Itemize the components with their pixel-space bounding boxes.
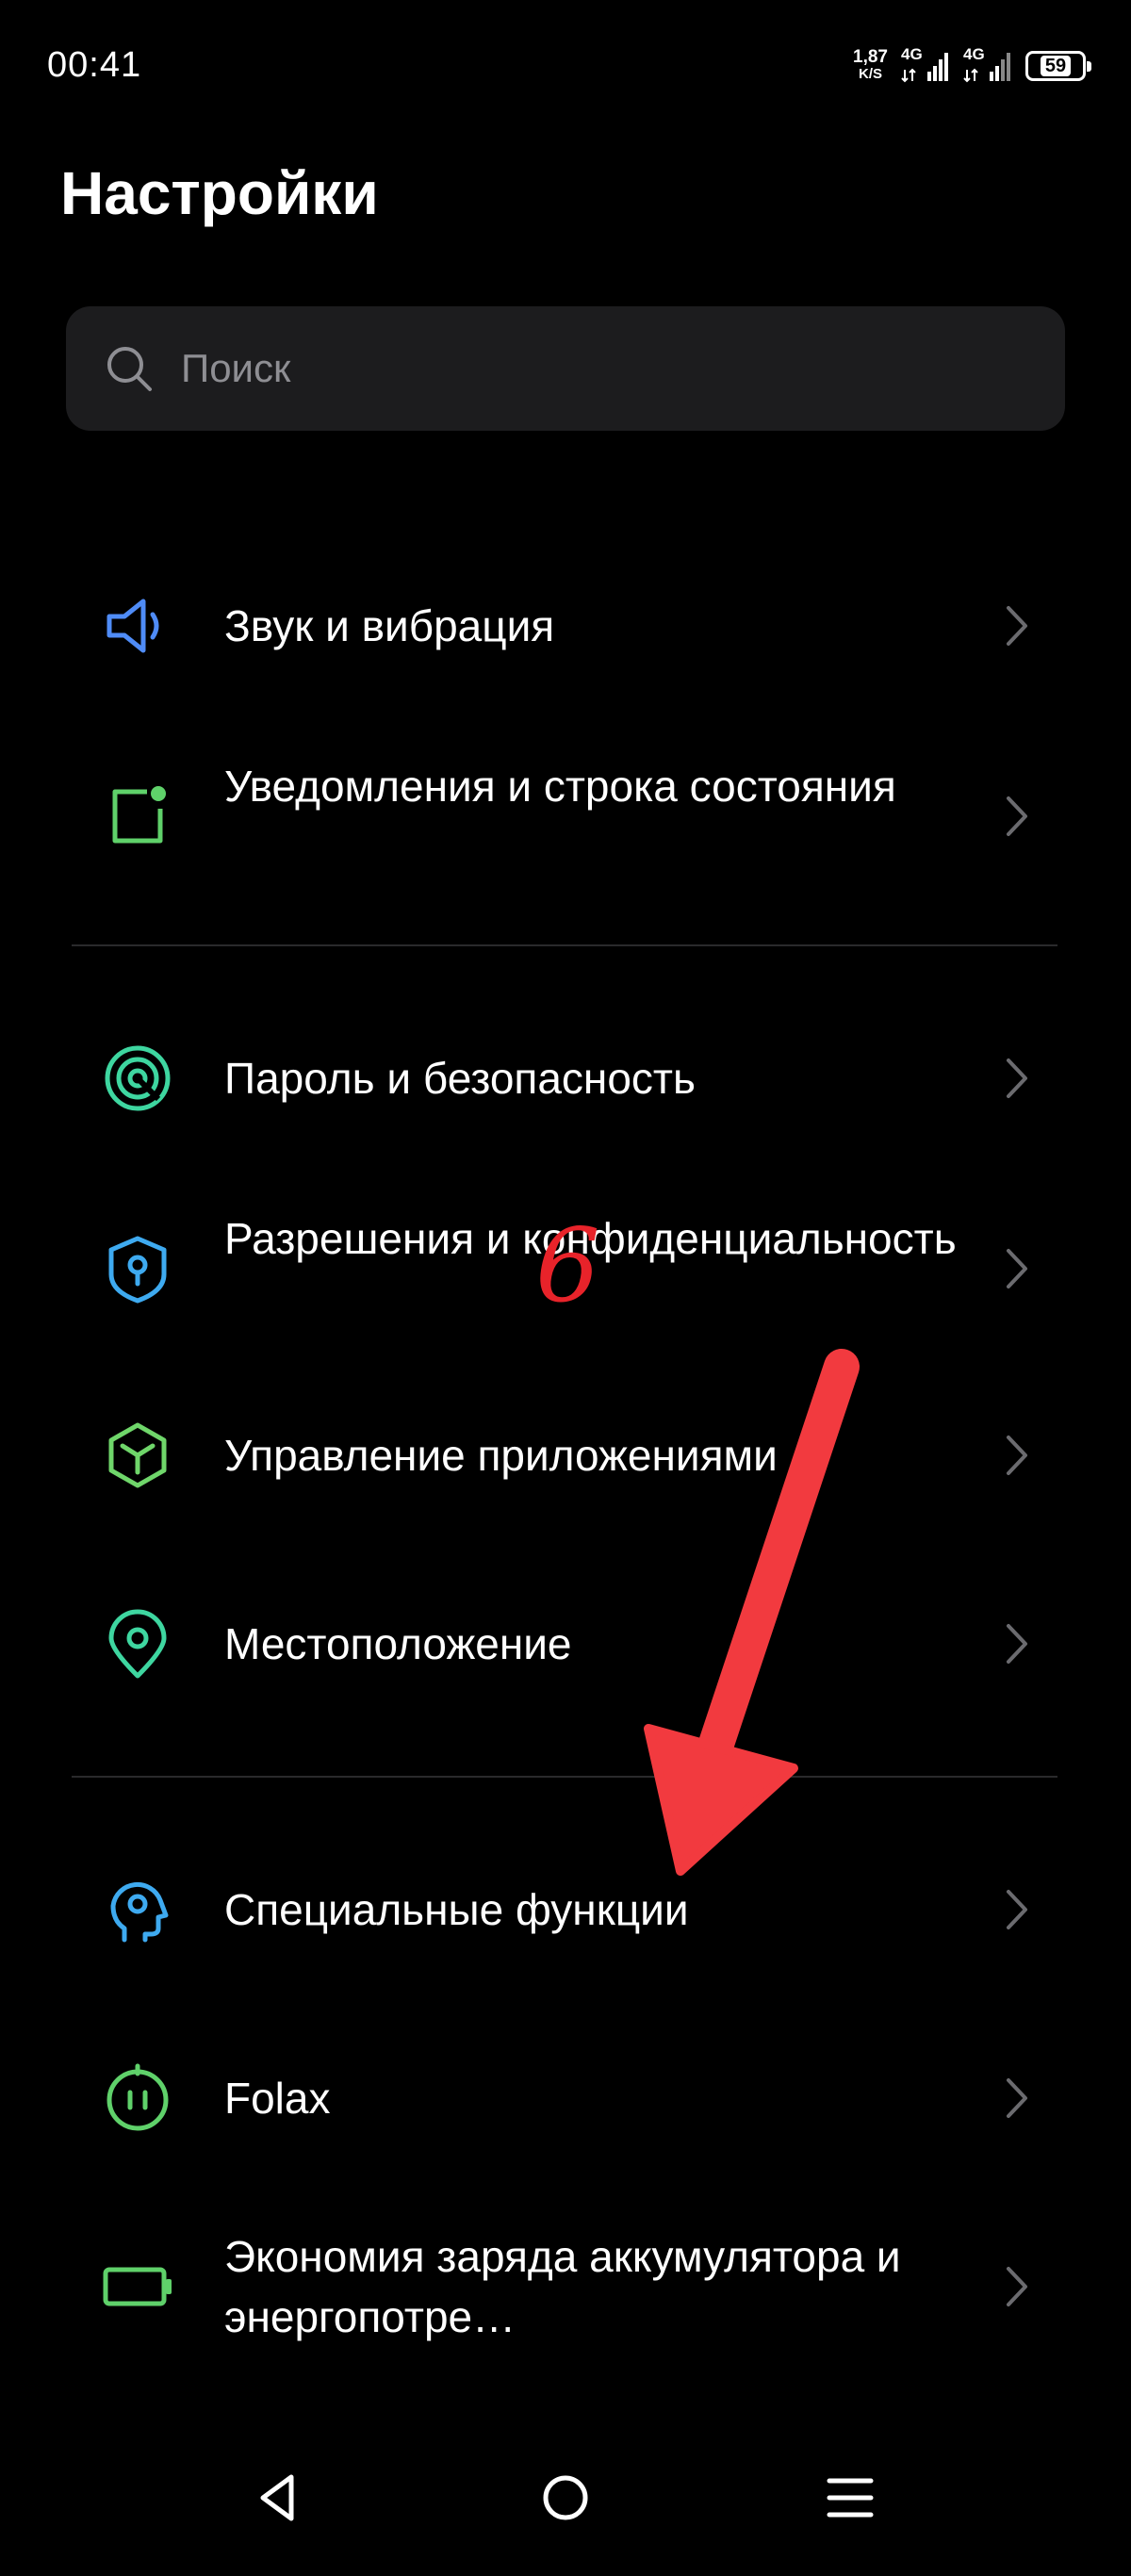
settings-item-label: Уведомления и строка состояния [224, 762, 896, 811]
network-speed-value: 1,87 [853, 47, 888, 67]
search-icon [107, 347, 152, 391]
settings-item-folax[interactable]: Folax [0, 2057, 1131, 2140]
settings-item-label: Управление приложениями [224, 1431, 778, 1480]
settings-item-location[interactable]: Местоположение [0, 1602, 1131, 1685]
battery-icon: 59 [1025, 51, 1091, 81]
section-divider [72, 1776, 1057, 1778]
section-divider [72, 944, 1057, 946]
chevron-right-icon [1007, 796, 1027, 836]
sim1-signal-icon: 4G [901, 45, 950, 85]
notification-square-icon [102, 780, 173, 852]
menu-icon [827, 2478, 874, 2518]
speaker-icon [102, 590, 173, 662]
page-title: Настройки [60, 159, 379, 227]
settings-item-sound[interactable]: Звук и вибрация [0, 584, 1131, 667]
chevron-right-icon [1007, 1058, 1027, 1098]
status-bar: 00:41 1,87 K/S 4G 4G 59 [0, 0, 1131, 123]
folax-assistant-icon [102, 2062, 173, 2134]
navigation-bar [0, 2451, 1131, 2576]
settings-item-accessibility[interactable]: Специальные функции [0, 1868, 1131, 1951]
settings-item-label: Звук и вибрация [224, 601, 555, 650]
settings-item-label: Специальные функции [224, 1885, 689, 1934]
annotation-step-number: 6 [535, 1207, 600, 1325]
status-indicators: 1,87 K/S 4G 4G 59 [853, 45, 1091, 87]
back-button[interactable] [230, 2451, 324, 2545]
chevron-right-icon [1007, 2267, 1027, 2306]
home-button[interactable] [518, 2451, 613, 2545]
back-icon [260, 2474, 294, 2521]
settings-item-notifications[interactable]: Уведомления и строка состояния [0, 750, 1131, 882]
settings-item-label: Экономия заряда аккумулятора и энергопот… [224, 2232, 901, 2341]
battery-icon [102, 2251, 173, 2322]
settings-item-label: Folax [224, 2074, 331, 2123]
settings-item-password-security[interactable]: Пароль и безопасность [0, 1037, 1131, 1120]
search-bar[interactable] [66, 306, 1065, 431]
cube-icon [102, 1419, 173, 1491]
sim2-signal-icon: 4G [963, 45, 1012, 85]
settings-item-label: Местоположение [224, 1619, 572, 1668]
settings-item-label: Пароль и безопасность [224, 1054, 696, 1103]
location-pin-icon [102, 1608, 173, 1680]
chevron-right-icon [1007, 1890, 1027, 1929]
battery-level: 59 [1040, 56, 1072, 76]
network-speed-unit: K/S [859, 66, 883, 82]
menu-button[interactable] [803, 2451, 897, 2545]
search-input[interactable] [179, 345, 1031, 392]
chevron-right-icon [1007, 1249, 1027, 1288]
status-time: 00:41 [47, 45, 142, 85]
head-accessibility-icon [102, 1874, 173, 1945]
network-speed: 1,87 K/S [853, 47, 888, 83]
chevron-right-icon [1007, 606, 1027, 646]
settings-item-app-management[interactable]: Управление приложениями [0, 1414, 1131, 1497]
chevron-right-icon [1007, 1624, 1027, 1664]
chevron-right-icon [1007, 2078, 1027, 2118]
chevron-right-icon [1007, 1436, 1027, 1475]
shield-keyhole-icon [102, 1233, 173, 1304]
fingerprint-target-icon [102, 1042, 173, 1114]
settings-item-battery[interactable]: Экономия заряда аккумулятора и энергопот… [0, 2221, 1131, 2353]
home-icon [543, 2475, 588, 2520]
